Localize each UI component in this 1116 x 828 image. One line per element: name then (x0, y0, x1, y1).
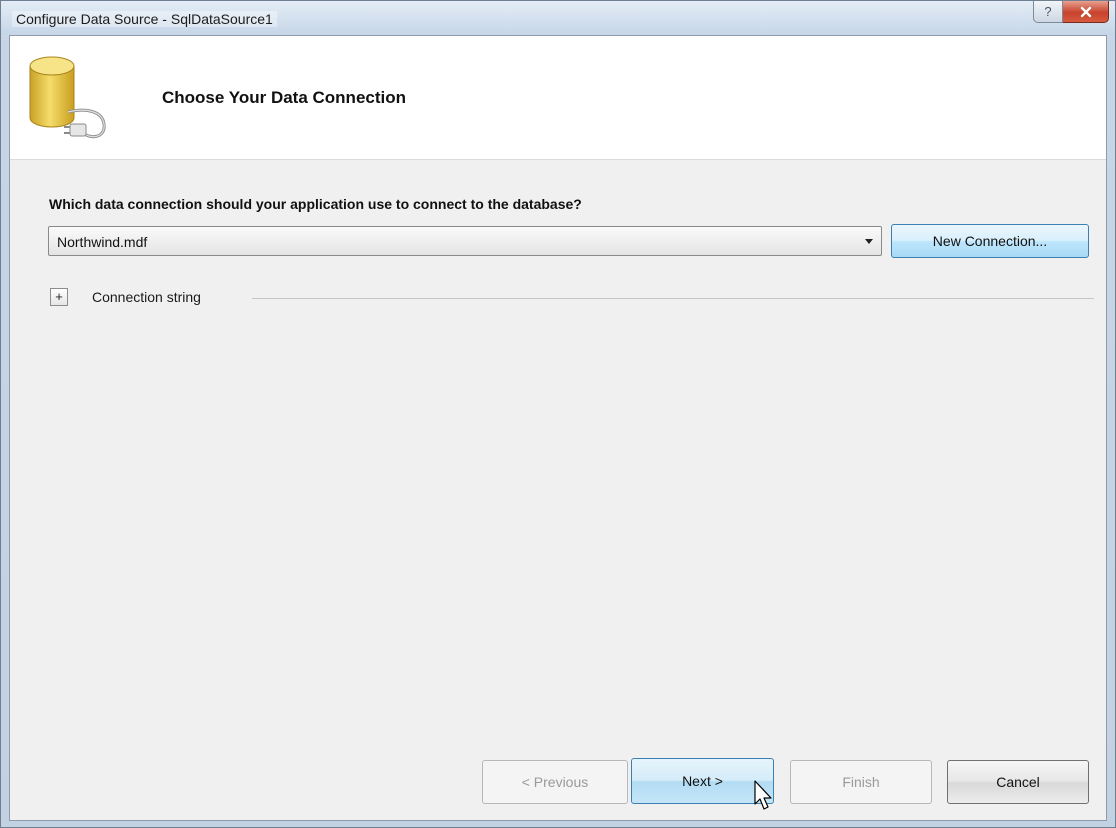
title-bar[interactable]: Configure Data Source - SqlDataSource1 ? (1, 1, 1115, 35)
connection-question-label: Which data connection should your applic… (49, 196, 582, 212)
dialog-client-area: Choose Your Data Connection Which data c… (9, 35, 1107, 821)
dialog-window: Configure Data Source - SqlDataSource1 ? (0, 0, 1116, 828)
title-buttons: ? (1033, 1, 1109, 23)
close-x-icon (1080, 6, 1091, 17)
connection-string-divider (252, 298, 1094, 299)
expand-connection-string-button[interactable]: + (50, 288, 68, 306)
close-button[interactable] (1063, 1, 1109, 23)
connection-dropdown[interactable]: Northwind.mdf (48, 226, 882, 256)
connection-string-label: Connection string (92, 289, 201, 305)
wizard-header: Choose Your Data Connection (10, 36, 1106, 160)
cancel-button[interactable]: Cancel (947, 760, 1089, 804)
page-title: Choose Your Data Connection (162, 88, 407, 107)
chevron-down-icon (865, 239, 873, 244)
question-mark-icon: ? (1044, 4, 1052, 19)
previous-button[interactable]: < Previous (482, 760, 628, 804)
new-connection-button[interactable]: New Connection... (891, 224, 1089, 258)
database-plug-icon (29, 56, 106, 139)
help-button[interactable]: ? (1033, 1, 1063, 23)
window-title: Configure Data Source - SqlDataSource1 (12, 11, 277, 27)
finish-button[interactable]: Finish (790, 760, 932, 804)
mouse-pointer-icon (754, 780, 772, 810)
connection-dropdown-value: Northwind.mdf (57, 234, 148, 250)
